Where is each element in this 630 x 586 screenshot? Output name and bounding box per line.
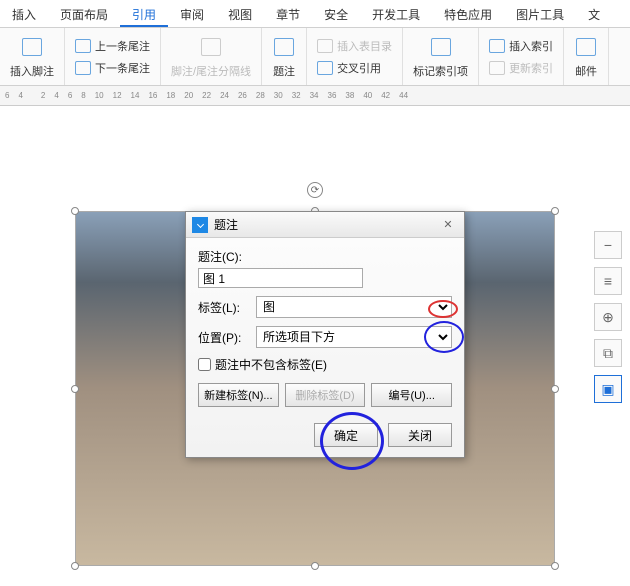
tab-references[interactable]: 引用 — [120, 0, 168, 27]
rotate-handle-icon[interactable]: ⟳ — [307, 182, 323, 198]
caption-dialog: 题注 ✕ 题注(C): 标签(L): 图 位置(P): 所选项目下方 — [185, 211, 465, 458]
next-endnote-icon — [75, 60, 91, 76]
tab-insert[interactable]: 插入 — [0, 0, 48, 27]
resize-handle-bl[interactable] — [71, 562, 79, 570]
ruler: 6424681012141618202224262830323436384042… — [0, 86, 630, 106]
position-field-label: 位置(P): — [198, 329, 250, 346]
resize-handle-bm[interactable] — [311, 562, 319, 570]
tab-text[interactable]: 文 — [576, 0, 612, 27]
label-field-label: 标签(L): — [198, 299, 250, 316]
update-index-button: 更新索引 — [487, 58, 555, 78]
insert-footnote-label: 插入脚注 — [10, 63, 54, 79]
position-select[interactable]: 所选项目下方 — [256, 326, 452, 348]
dialog-title: 题注 — [214, 216, 238, 233]
dialog-app-icon — [192, 217, 208, 233]
layout-button[interactable]: ≡ — [594, 267, 622, 295]
prev-endnote-icon — [75, 38, 91, 54]
numbering-button[interactable]: 编号(U)... — [371, 383, 452, 407]
resize-handle-tr[interactable] — [551, 207, 559, 215]
tab-devtools[interactable]: 开发工具 — [360, 0, 432, 27]
index-icon — [429, 35, 453, 59]
prev-endnote-button[interactable]: 上一条尾注 — [73, 36, 152, 56]
insert-footnote-button[interactable]: 插入脚注 — [8, 32, 56, 81]
caption-field-label: 题注(C): — [198, 248, 242, 265]
caption-icon — [272, 35, 296, 59]
mark-index-button[interactable]: 标记索引项 — [411, 32, 470, 81]
ok-button[interactable]: 确定 — [314, 423, 378, 447]
zoom-out-button[interactable]: − — [594, 231, 622, 259]
tab-view[interactable]: 视图 — [216, 0, 264, 27]
tab-security[interactable]: 安全 — [312, 0, 360, 27]
document-canvas: ⟳ − ≡ ⊕ ⧉ ▣ 题注 ✕ 题注(C): 标签(L): — [0, 106, 630, 584]
insert-index-button[interactable]: 插入索引 — [487, 36, 555, 56]
separator-icon — [199, 35, 223, 59]
resize-handle-ml[interactable] — [71, 385, 79, 393]
new-label-button[interactable]: 新建标签(N)... — [198, 383, 279, 407]
delete-label-button: 删除标签(D) — [285, 383, 366, 407]
zoom-in-button[interactable]: ⊕ — [594, 303, 622, 331]
crop-button[interactable]: ⧉ — [594, 339, 622, 367]
tab-page-layout[interactable]: 页面布局 — [48, 0, 120, 27]
tof-icon — [317, 38, 333, 54]
next-endnote-button[interactable]: 下一条尾注 — [73, 58, 152, 78]
crossref-icon — [317, 60, 333, 76]
tab-special[interactable]: 特色应用 — [432, 0, 504, 27]
ribbon-tabs: 插入 页面布局 引用 审阅 视图 章节 安全 开发工具 特色应用 图片工具 文 — [0, 0, 630, 28]
tab-review[interactable]: 审阅 — [168, 0, 216, 27]
cross-reference-button[interactable]: 交叉引用 — [315, 58, 394, 78]
update-index-icon — [489, 60, 505, 76]
insert-index-icon — [489, 38, 505, 54]
label-select[interactable]: 图 — [256, 296, 452, 318]
tab-chapter[interactable]: 章节 — [264, 0, 312, 27]
close-button[interactable]: 关闭 — [388, 423, 452, 447]
side-toolbar: − ≡ ⊕ ⧉ ▣ — [594, 231, 622, 403]
mail-button[interactable]: 邮件 — [572, 32, 600, 81]
dialog-close-button[interactable]: ✕ — [438, 218, 458, 231]
caption-input[interactable] — [198, 268, 363, 288]
dialog-titlebar[interactable]: 题注 ✕ — [186, 212, 464, 238]
footnote-separator-button: 脚注/尾注分隔线 — [169, 32, 253, 81]
resize-handle-tl[interactable] — [71, 207, 79, 215]
resize-handle-br[interactable] — [551, 562, 559, 570]
resize-handle-mr[interactable] — [551, 385, 559, 393]
exclude-label-checkbox[interactable]: 题注中不包含标签(E) — [198, 356, 452, 373]
mail-icon — [574, 35, 598, 59]
insert-tof-button: 插入表目录 — [315, 36, 394, 56]
ribbon: 插入脚注 上一条尾注 下一条尾注 脚注/尾注分隔线 题注 插入表目录 交叉引 — [0, 28, 630, 86]
caption-button[interactable]: 题注 — [270, 32, 298, 81]
reset-button[interactable]: ▣ — [594, 375, 622, 403]
exclude-label-checkbox-input[interactable] — [198, 358, 211, 371]
footnote-icon — [20, 35, 44, 59]
tab-picture-tools[interactable]: 图片工具 — [504, 0, 576, 27]
